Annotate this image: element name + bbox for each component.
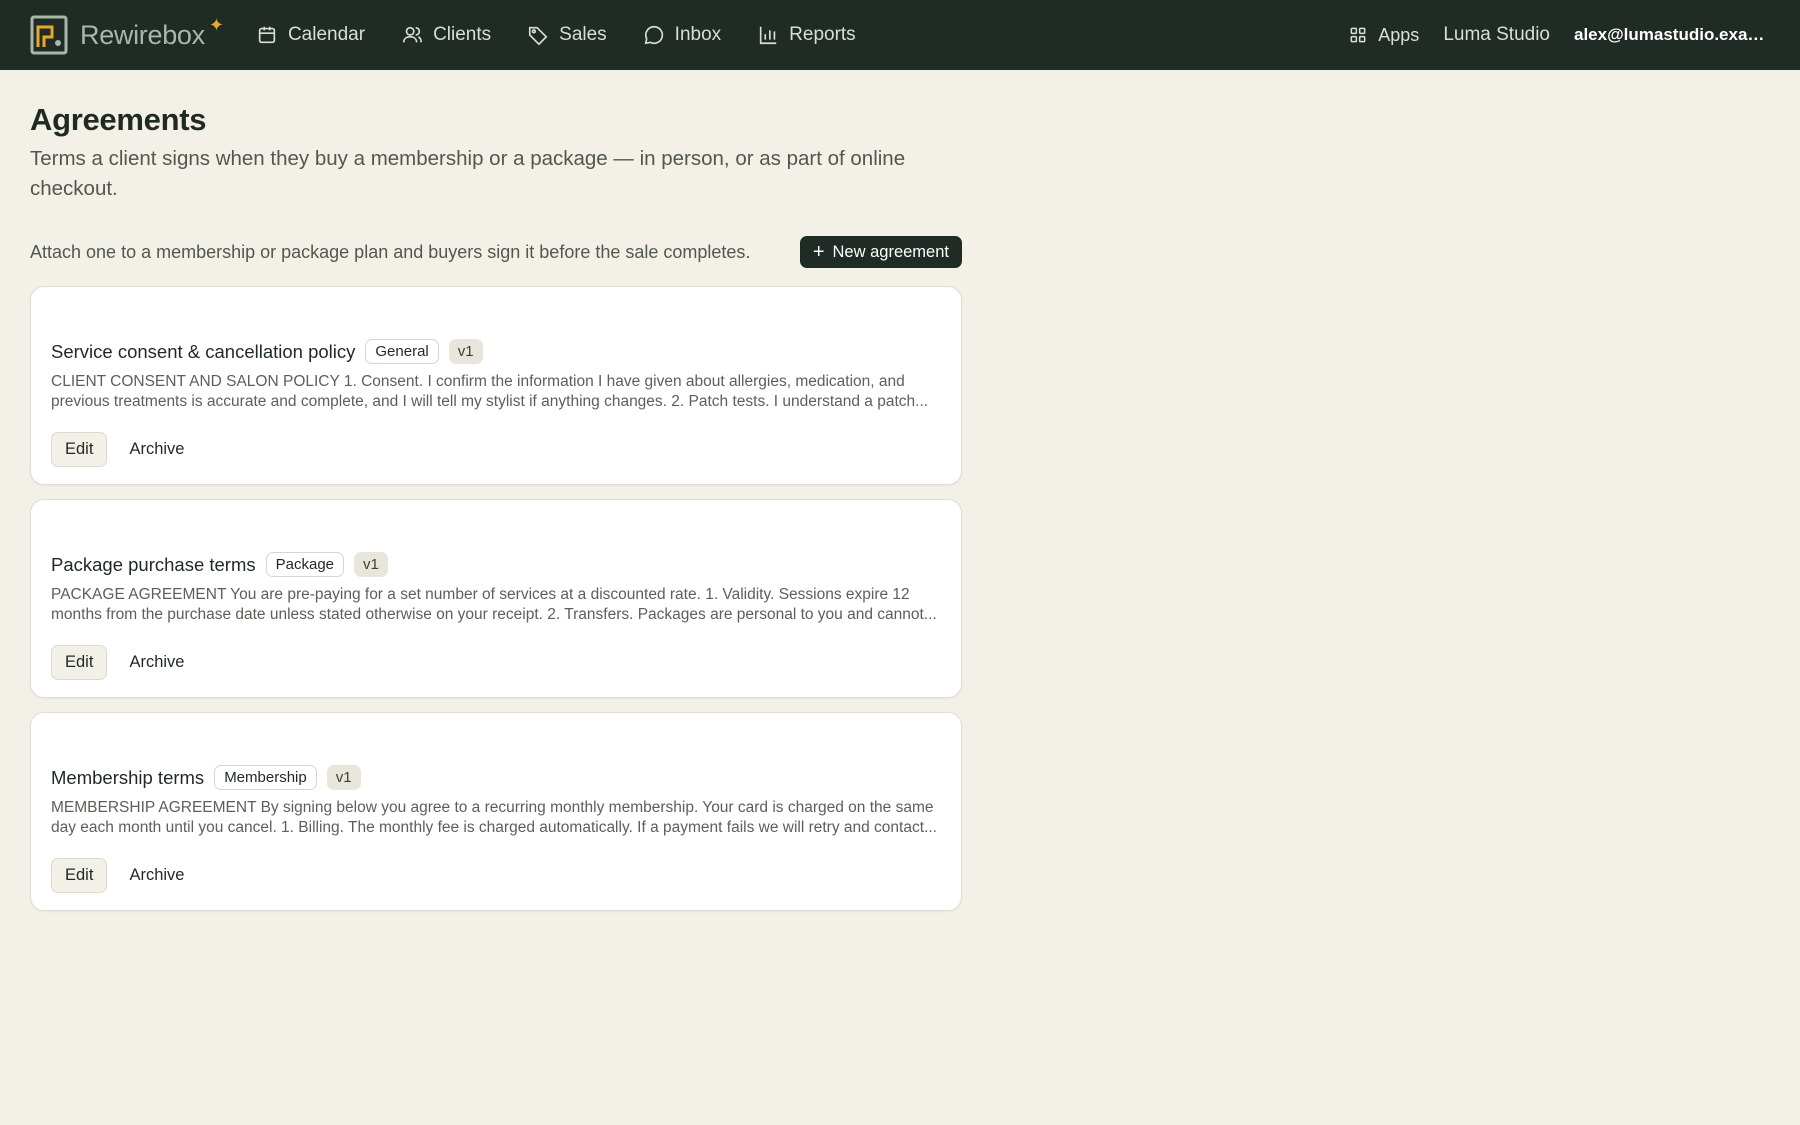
brand-name: Rewirebox (80, 19, 205, 50)
account-email[interactable]: alex@lumastudio.example.com (1574, 25, 1770, 45)
nav-clients-label: Clients (433, 24, 492, 45)
agreement-type-badge: Package (265, 552, 345, 577)
archive-button[interactable]: Archive (119, 858, 194, 893)
agreement-title: Service consent & cancellation policy (51, 340, 356, 362)
chat-icon (644, 25, 663, 45)
agreement-card: Membership terms Membership v1 MEMBERSHI… (30, 712, 962, 911)
version-badge: v1 (448, 339, 483, 364)
agreement-actions: Edit Archive (51, 645, 941, 680)
grid-icon (1350, 27, 1366, 43)
version-badge: v1 (354, 552, 388, 577)
page-title: Agreements (30, 102, 207, 137)
agreement-actions: Edit Archive (51, 432, 941, 467)
nav-sales[interactable]: Sales (527, 24, 607, 46)
agreement-list: Service consent & cancellation policy Ge… (30, 286, 962, 911)
users-icon (402, 26, 423, 43)
nav-reports[interactable]: Reports (757, 24, 856, 46)
bar-chart-icon (759, 26, 777, 45)
nav-calendar-label: Calendar (287, 24, 366, 45)
agreements-toolbar: Attach one to a membership or package pl… (30, 236, 962, 268)
calendar-icon (258, 26, 276, 44)
main-nav: Calendar Clients Sales Inbox Reports (256, 24, 856, 46)
nav-inbox[interactable]: Inbox (643, 24, 721, 46)
agreement-preview: CLIENT CONSENT AND SALON POLICY 1. Conse… (51, 373, 929, 410)
edit-button[interactable]: Edit (51, 645, 108, 680)
studio-switcher[interactable]: Luma Studio (1443, 24, 1550, 46)
apps-button[interactable]: Apps (1348, 25, 1419, 46)
nav-inbox-label: Inbox (674, 24, 722, 45)
main-content: Agreements Terms a client signs when the… (0, 70, 992, 941)
agreement-card: Package purchase terms Package v1 PACKAG… (30, 499, 962, 698)
new-agreement-label: New agreement (832, 242, 949, 261)
nav-calendar[interactable]: Calendar (256, 24, 365, 46)
agreement-actions: Edit Archive (51, 858, 941, 893)
agreement-type-badge: General (365, 339, 439, 364)
agreement-preview: PACKAGE AGREEMENT You are pre-paying for… (51, 586, 937, 623)
new-agreement-button[interactable]: + New agreement (799, 236, 962, 268)
apps-label: Apps (1378, 24, 1420, 45)
nav-reports-label: Reports (789, 24, 856, 45)
agreement-card-header: Service consent & cancellation policy Ge… (51, 339, 941, 364)
archive-button[interactable]: Archive (119, 432, 194, 467)
agreement-title: Package purchase terms (51, 553, 256, 575)
brand[interactable]: Rewirebox ✦ (30, 13, 224, 57)
edit-button[interactable]: Edit (51, 432, 108, 467)
agreement-preview: MEMBERSHIP AGREEMENT By signing below yo… (51, 799, 937, 836)
sparkle-icon: ✦ (208, 14, 224, 35)
version-badge: v1 (326, 765, 361, 790)
edit-button[interactable]: Edit (51, 858, 108, 893)
archive-button[interactable]: Archive (119, 645, 194, 680)
top-nav: Rewirebox ✦ Calendar Clients Sales Inbox… (0, 0, 1800, 70)
tag-icon (529, 26, 548, 46)
rewirebox-logo-icon (30, 15, 68, 55)
nav-sales-label: Sales (559, 24, 607, 45)
agreement-type-badge: Membership (214, 765, 317, 790)
agreement-title: Membership terms (51, 766, 205, 788)
plus-icon: + (812, 241, 825, 263)
agreement-card-header: Package purchase terms Package v1 (51, 552, 941, 577)
page-subtitle: Terms a client signs when they buy a mem… (30, 147, 906, 200)
agreement-card: Service consent & cancellation policy Ge… (30, 286, 962, 485)
nav-right: Apps Luma Studio alex@lumastudio.example… (1348, 24, 1770, 46)
nav-clients[interactable]: Clients (401, 24, 491, 46)
helper-text: Attach one to a membership or package pl… (30, 241, 751, 262)
agreement-card-header: Membership terms Membership v1 (51, 765, 941, 790)
